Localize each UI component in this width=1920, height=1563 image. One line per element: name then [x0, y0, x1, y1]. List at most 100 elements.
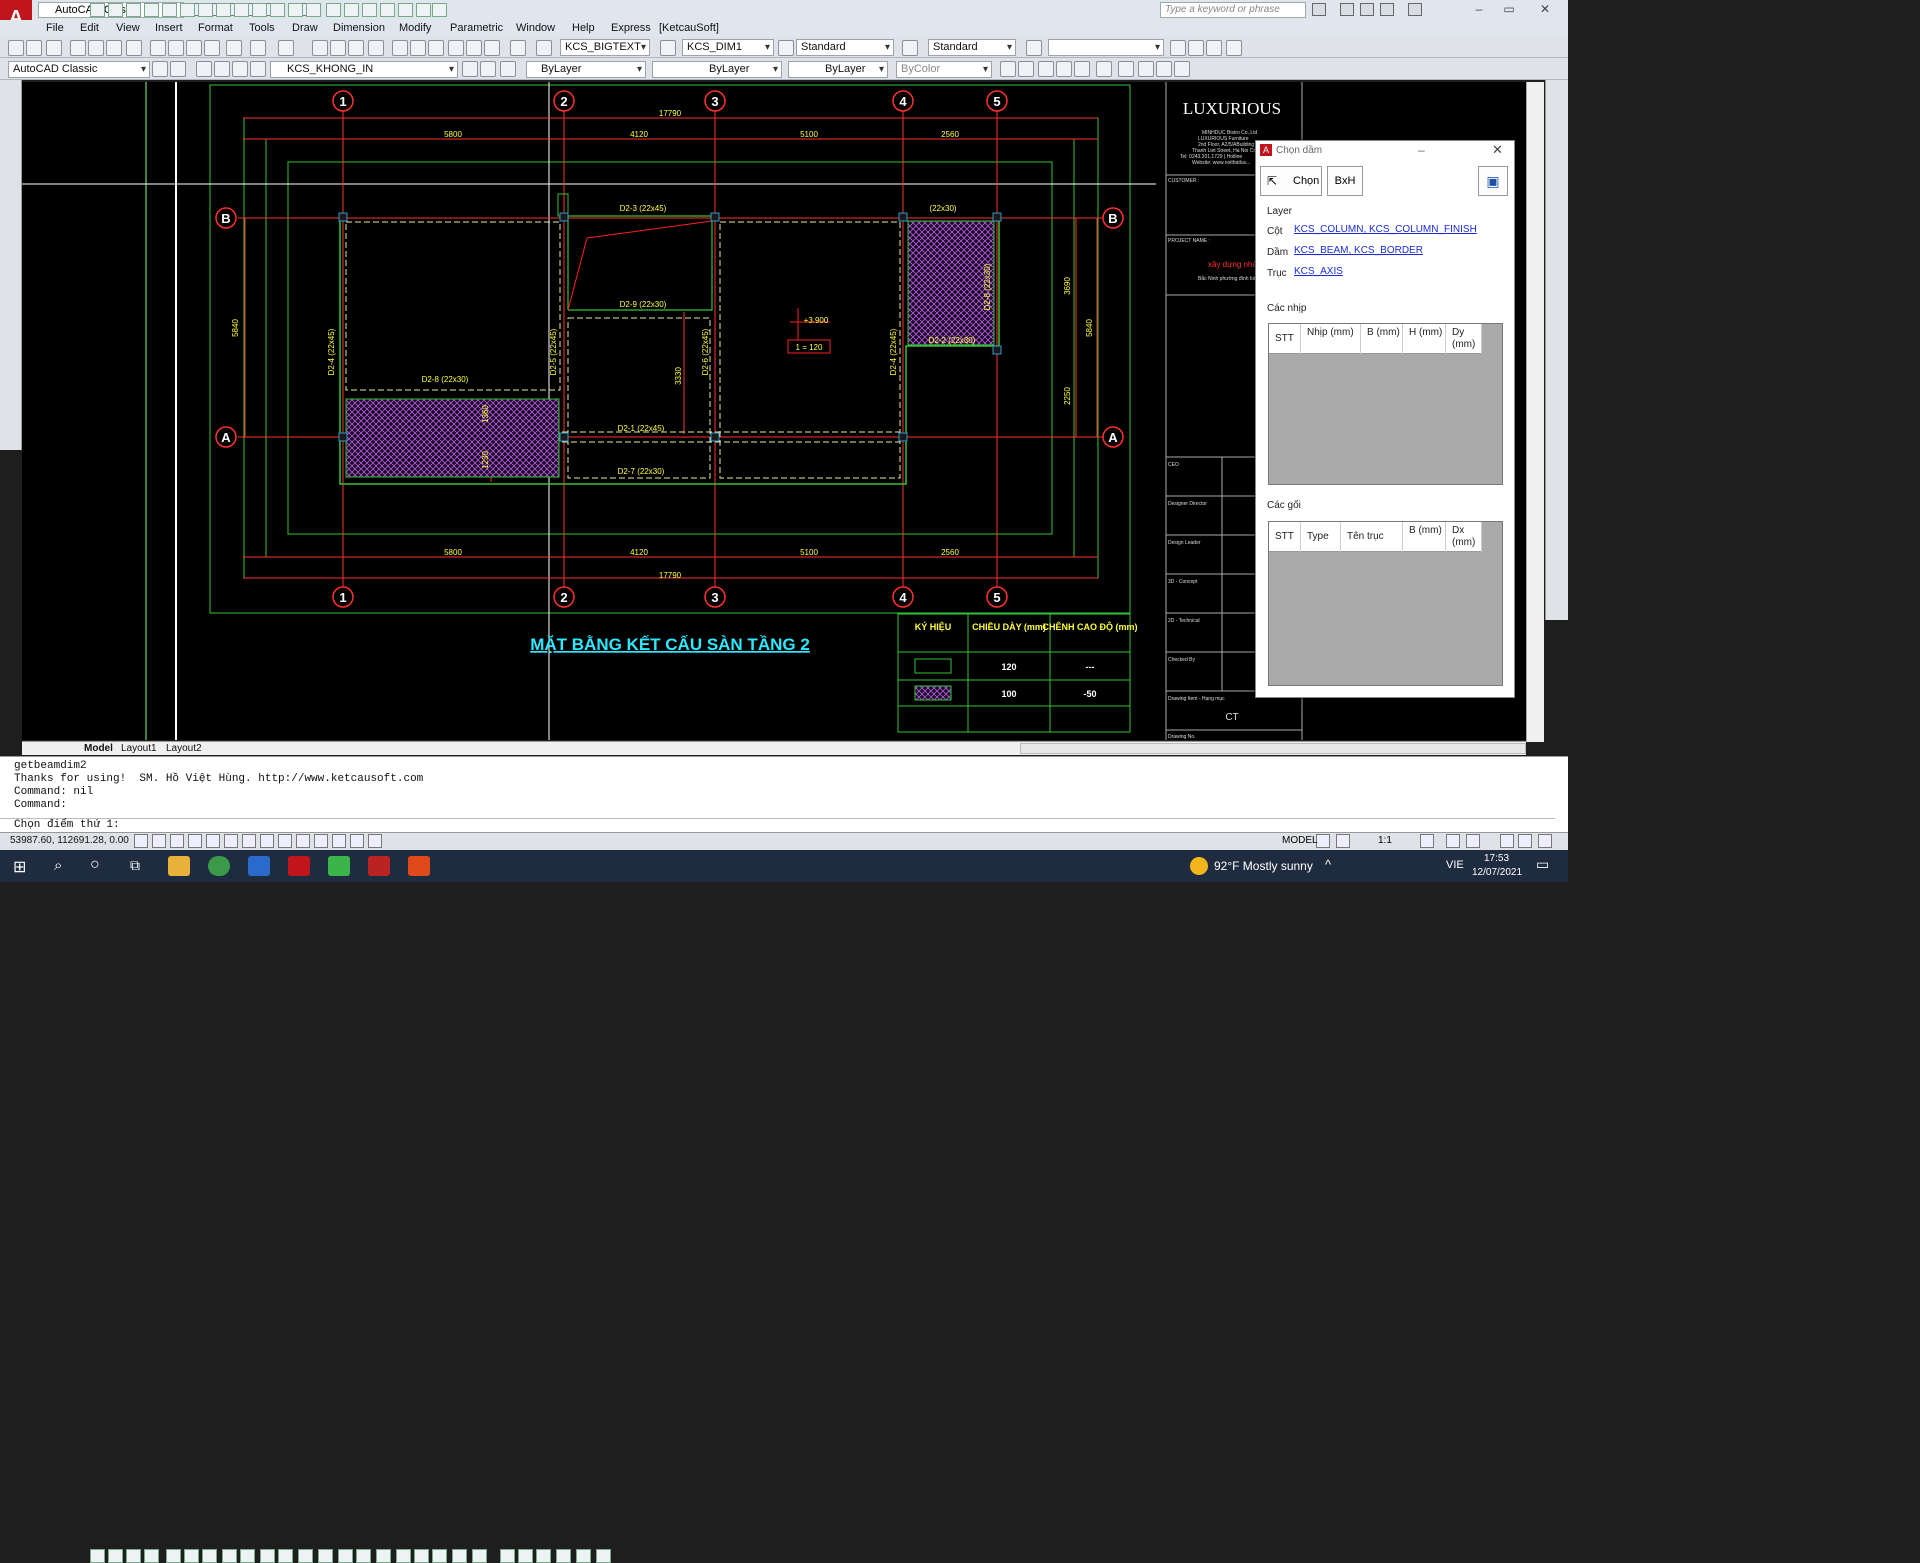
empty-combo[interactable] [1048, 39, 1164, 56]
draw-tool-icon[interactable] [270, 3, 285, 17]
search-icon[interactable]: ⌕ [54, 857, 62, 874]
vertical-scrollbar[interactable] [1526, 82, 1544, 742]
draw-tool-icon[interactable] [216, 3, 231, 17]
status-toggle-icon[interactable] [332, 834, 346, 848]
status-toggle-icon[interactable] [1446, 834, 1460, 848]
modify-tool-icon[interactable] [298, 1549, 313, 1563]
toolbar-icon[interactable] [232, 61, 248, 77]
draw-tool-icon[interactable] [432, 3, 447, 17]
toolbar-icon[interactable] [480, 61, 496, 77]
modify-tool-icon[interactable] [318, 1549, 333, 1563]
file-explorer-icon[interactable] [168, 856, 190, 876]
status-toggle-icon[interactable] [224, 834, 238, 848]
toolbar-icon[interactable] [170, 61, 186, 77]
menu-parametric[interactable]: Parametric [450, 22, 503, 34]
coordinate-readout[interactable]: 53987.60, 112691.28, 0.00 [10, 835, 129, 846]
modify-tool-icon[interactable] [144, 1549, 159, 1563]
toolbar-icon[interactable] [1038, 61, 1054, 77]
grid-header-cell[interactable]: STT [1269, 324, 1301, 354]
status-toggle-icon[interactable] [170, 834, 184, 848]
toolbar-icon[interactable] [1074, 61, 1090, 77]
status-toggle-icon[interactable] [350, 834, 364, 848]
modify-tool-icon[interactable] [576, 1549, 591, 1563]
language-indicator[interactable]: VIE [1446, 859, 1464, 871]
help-icon[interactable] [1408, 3, 1422, 16]
toolbar-icon[interactable] [1226, 40, 1242, 56]
grid-header-cell[interactable]: H (mm) [1403, 324, 1446, 354]
toolbar-icon[interactable] [1188, 40, 1204, 56]
toolbar-icon[interactable] [196, 61, 212, 77]
menu-modify[interactable]: Modify [399, 22, 431, 34]
toolbar-icon[interactable] [186, 40, 202, 56]
toolbar-icon[interactable] [1018, 61, 1034, 77]
toolbar-icon[interactable] [250, 61, 266, 77]
menu-ketcausoft[interactable]: [KetcauSoft] [659, 22, 719, 34]
modify-tool-icon[interactable] [202, 1549, 217, 1563]
status-toggle-icon[interactable] [1518, 834, 1532, 848]
task-view-icon[interactable]: ⧉ [130, 857, 140, 874]
status-toggle-icon[interactable] [368, 834, 382, 848]
status-toggle-icon[interactable] [206, 834, 220, 848]
linetype-combo[interactable]: ByLayer [652, 61, 782, 78]
grid-header-cell[interactable]: Type [1301, 522, 1341, 552]
grid-header-cell[interactable]: B (mm) [1361, 324, 1403, 354]
toolbar-icon[interactable] [660, 40, 676, 56]
menu-insert[interactable]: Insert [155, 22, 183, 34]
status-toggle-icon[interactable] [314, 834, 328, 848]
toolbar-icon[interactable] [484, 40, 500, 56]
menu-help[interactable]: Help [572, 22, 595, 34]
modify-tool-icon[interactable] [338, 1549, 353, 1563]
plotstyle-combo[interactable]: ByColor [896, 61, 992, 78]
menu-format[interactable]: Format [198, 22, 233, 34]
toolbar-icon[interactable] [428, 40, 444, 56]
toolbar-icon[interactable] [330, 40, 346, 56]
tab-layout2[interactable]: Layout2 [166, 743, 202, 754]
menu-window[interactable]: Window [516, 22, 555, 34]
modify-tool-icon[interactable] [260, 1549, 275, 1563]
draw-tool-icon[interactable] [90, 3, 105, 17]
modify-tool-icon[interactable] [596, 1549, 611, 1563]
draw-tool-icon[interactable] [288, 3, 303, 17]
draw-tool-icon[interactable] [252, 3, 267, 17]
clock-time[interactable]: 17:53 [1484, 853, 1509, 864]
toolbar-icon[interactable] [500, 61, 516, 77]
draw-tool-icon[interactable] [344, 3, 359, 17]
toolbar-icon[interactable] [88, 40, 104, 56]
modify-tool-icon[interactable] [90, 1549, 105, 1563]
menu-file[interactable]: File [46, 22, 64, 34]
toolbar-icon[interactable] [1056, 61, 1072, 77]
status-toggle-icon[interactable] [278, 834, 292, 848]
app-icon[interactable] [408, 856, 430, 876]
search-input[interactable]: Type a keyword or phrase [1160, 2, 1306, 18]
annotation-scale[interactable]: 1:1 [1378, 835, 1392, 846]
menu-view[interactable]: View [116, 22, 140, 34]
toolbar-icon[interactable] [126, 40, 142, 56]
axis-layer-link[interactable]: KCS_AXIS [1294, 266, 1343, 277]
toolbar-icon[interactable] [250, 40, 266, 56]
grid-header-cell[interactable]: STT [1269, 522, 1301, 552]
menu-dimension[interactable]: Dimension [333, 22, 385, 34]
chrome-icon[interactable] [208, 856, 230, 876]
modify-tool-icon[interactable] [432, 1549, 447, 1563]
status-toggle-icon[interactable] [1420, 834, 1434, 848]
toolbar-icon[interactable] [1026, 40, 1042, 56]
draw-tool-icon[interactable] [198, 3, 213, 17]
modify-tool-icon[interactable] [556, 1549, 571, 1563]
lineweight-combo[interactable]: ByLayer [788, 61, 888, 78]
modify-tool-icon[interactable] [240, 1549, 255, 1563]
menu-express[interactable]: Express [611, 22, 651, 34]
weather-text[interactable]: 92°F Mostly sunny [1214, 859, 1313, 873]
exchange-icon[interactable] [1360, 3, 1374, 16]
toolbar-icon[interactable] [778, 40, 794, 56]
toolbar-icon[interactable] [348, 40, 364, 56]
modify-tool-icon[interactable] [166, 1549, 181, 1563]
tab-model[interactable]: Model [84, 743, 113, 754]
toolbar-icon[interactable] [448, 40, 464, 56]
column-layer-link[interactable]: KCS_COLUMN, KCS_COLUMN_FINISH [1294, 224, 1477, 235]
draw-tool-icon[interactable] [126, 3, 141, 17]
toolbar-icon[interactable] [1096, 61, 1112, 77]
toolbar-icon[interactable] [70, 40, 86, 56]
dim-style-combo[interactable]: KCS_DIM1 [682, 39, 774, 56]
toolbar-icon[interactable] [510, 40, 526, 56]
toolbar-icon[interactable] [226, 40, 242, 56]
